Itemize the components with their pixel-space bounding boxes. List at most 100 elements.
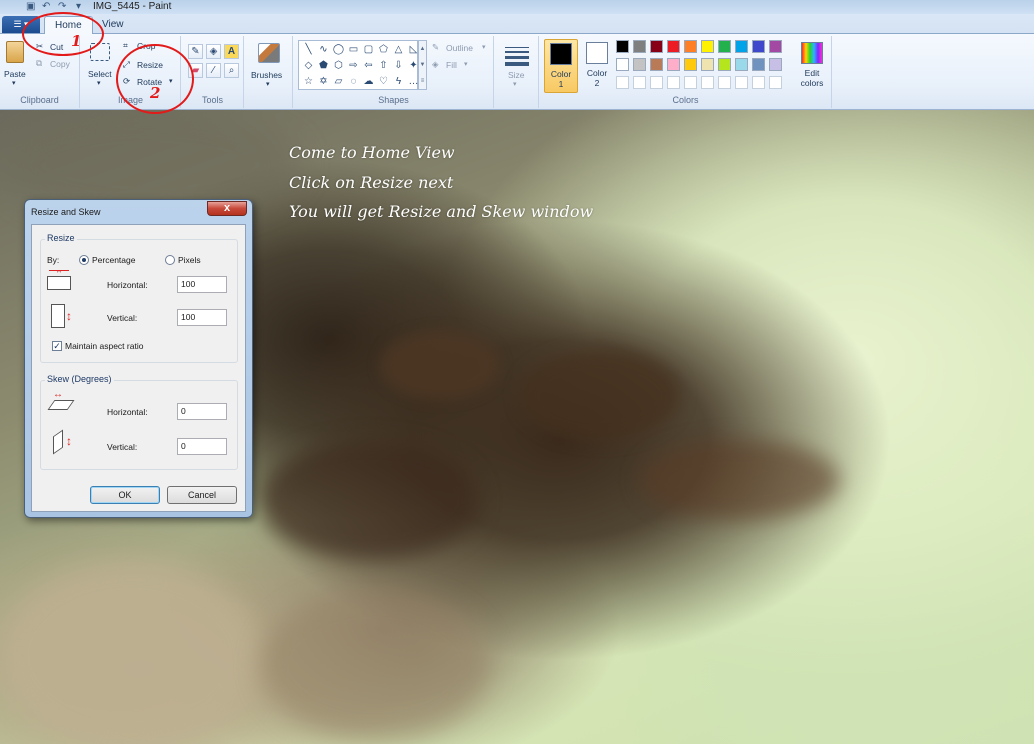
curve-shape-icon[interactable]: ∿	[316, 42, 331, 58]
fill-button[interactable]: ◈ Fill ▾	[432, 59, 492, 71]
polygon-shape-icon[interactable]: ⬠	[376, 42, 391, 58]
ok-button[interactable]: OK	[90, 486, 160, 504]
custom-color-slot[interactable]	[633, 76, 646, 89]
photo-blob	[380, 330, 500, 400]
color-swatch[interactable]	[701, 40, 714, 53]
color-swatch[interactable]	[684, 40, 697, 53]
color-swatch[interactable]	[735, 58, 748, 71]
diamond-shape-icon[interactable]: ◇	[301, 58, 316, 74]
custom-color-slot[interactable]	[684, 76, 697, 89]
copy-button[interactable]: ⧉ Copy	[36, 58, 76, 70]
color-swatch[interactable]	[616, 40, 629, 53]
color-swatch[interactable]	[650, 40, 663, 53]
paste-label: Paste	[4, 69, 26, 79]
maintain-aspect-checkbox[interactable]: ✓	[52, 341, 62, 351]
skew-vertical-input[interactable]: 0	[177, 438, 227, 455]
color-swatch[interactable]	[633, 40, 646, 53]
pixels-radio[interactable]	[165, 255, 175, 265]
line-shape-icon[interactable]: ╲	[301, 42, 316, 58]
down-arrow-shape-icon[interactable]: ⇩	[391, 58, 406, 74]
color-swatch[interactable]	[650, 58, 663, 71]
fill-bucket-icon[interactable]: ◈	[206, 44, 221, 59]
resize-horizontal-input[interactable]: 100	[177, 276, 227, 293]
color-swatch[interactable]	[769, 58, 782, 71]
color1-button[interactable]: Color 1	[544, 39, 578, 93]
custom-color-slot[interactable]	[650, 76, 663, 89]
triangle-shape-icon[interactable]: △	[391, 42, 406, 58]
edit-colors-button[interactable]: Edit colors	[794, 39, 830, 93]
paste-button[interactable]: Paste ▾	[3, 39, 29, 89]
color-swatch[interactable]	[667, 40, 680, 53]
color2-swatch	[586, 42, 608, 64]
save-icon[interactable]: ▣	[26, 1, 35, 12]
up-arrow-shape-icon[interactable]: ⇧	[376, 58, 391, 74]
left-arrow-shape-icon[interactable]: ⇦	[361, 58, 376, 74]
custom-color-slot[interactable]	[616, 76, 629, 89]
skew-horizontal-input[interactable]: 0	[177, 403, 227, 420]
skew-vertical-icon: ↕	[51, 429, 77, 457]
color-swatch[interactable]	[752, 58, 765, 71]
color-swatch[interactable]	[684, 58, 697, 71]
color-swatch[interactable]	[752, 40, 765, 53]
expand-icon: ≡	[420, 78, 425, 84]
pentagon-shape-icon[interactable]: ⬟	[316, 58, 331, 74]
custom-color-slot[interactable]	[701, 76, 714, 89]
color-picker-icon[interactable]: ⁄	[206, 63, 221, 78]
color-swatch[interactable]	[769, 40, 782, 53]
undo-icon[interactable]: ↶	[42, 1, 50, 12]
shapes-scroll[interactable]: ▲ ▼ ≡	[418, 40, 427, 90]
magnifier-icon[interactable]: ⌕	[224, 63, 239, 78]
cloud-shape-icon[interactable]: ☁	[361, 74, 376, 90]
close-button[interactable]: x	[207, 201, 247, 216]
hexagon-shape-icon[interactable]: ⬡	[331, 58, 346, 74]
brushes-label: Brushes	[251, 70, 283, 80]
lightning-shape-icon[interactable]: ϟ	[391, 74, 406, 90]
callout-oval-shape-icon[interactable]: ◌	[346, 74, 361, 90]
chevron-down-icon[interactable]: ▾	[76, 1, 81, 12]
right-arrow-shape-icon[interactable]: ⇨	[346, 58, 361, 74]
custom-color-slot[interactable]	[718, 76, 731, 89]
oval-shape-icon[interactable]: ◯	[331, 42, 346, 58]
text-tool-icon[interactable]: A	[224, 44, 239, 59]
custom-color-slot[interactable]	[752, 76, 765, 89]
star6-shape-icon[interactable]: ✡	[316, 74, 331, 90]
color-swatch[interactable]	[718, 58, 731, 71]
outline-button[interactable]: ✎ Outline ▾	[432, 42, 492, 54]
line-width-icon	[505, 47, 529, 66]
star5-shape-icon[interactable]: ☆	[301, 74, 316, 90]
ribbon-tabs: ☰ ▾ Home View	[0, 14, 1034, 35]
brushes-group: Brushes ▾	[245, 36, 293, 108]
redo-icon[interactable]: ↷	[58, 1, 66, 12]
resize-vertical-icon: ↕	[49, 302, 73, 330]
clipboard-group-label: Clipboard	[20, 95, 59, 105]
color-swatch[interactable]	[667, 58, 680, 71]
custom-color-slot[interactable]	[769, 76, 782, 89]
color-swatch[interactable]	[701, 58, 714, 71]
resize-fieldset: Resize By: Percentage Pixels ↔ Horizonta…	[40, 233, 238, 363]
rectangle-shape-icon[interactable]: ▭	[346, 42, 361, 58]
cancel-button[interactable]: Cancel	[167, 486, 237, 504]
shapes-gallery[interactable]: ╲ ∿ ◯ ▭ ▢ ⬠ △ ◺ ◇ ⬟ ⬡ ⇨ ⇦ ⇧ ⇩ ✦ ☆ ✡ ▱ ◌ …	[298, 40, 419, 90]
custom-color-slot[interactable]	[735, 76, 748, 89]
callout-rect-shape-icon[interactable]: ▱	[331, 74, 346, 90]
color-swatch[interactable]	[718, 40, 731, 53]
brushes-button[interactable]: Brushes ▾	[249, 39, 289, 91]
heart-shape-icon[interactable]: ♡	[376, 74, 391, 90]
resize-vertical-input[interactable]: 100	[177, 309, 227, 326]
color-swatch[interactable]	[735, 40, 748, 53]
pixels-label: Pixels	[178, 255, 201, 265]
color2-button[interactable]: Color 2	[580, 39, 614, 93]
rounded-rect-shape-icon[interactable]: ▢	[361, 42, 376, 58]
color-swatch[interactable]	[633, 58, 646, 71]
chevron-down-icon: ▾	[513, 81, 517, 88]
resize-horizontal-label: Horizontal:	[107, 280, 148, 290]
dialog-title: Resize and Skew	[31, 207, 101, 217]
color-swatch[interactable]	[616, 58, 629, 71]
pencil-icon[interactable]: ✎	[188, 44, 203, 59]
annotation-number-1: 1	[71, 32, 82, 50]
custom-color-slot[interactable]	[667, 76, 680, 89]
select-label: Select	[88, 69, 112, 79]
photo-blob	[0, 560, 260, 744]
percentage-radio[interactable]	[79, 255, 89, 265]
size-button[interactable]: Size ▾	[499, 39, 535, 91]
